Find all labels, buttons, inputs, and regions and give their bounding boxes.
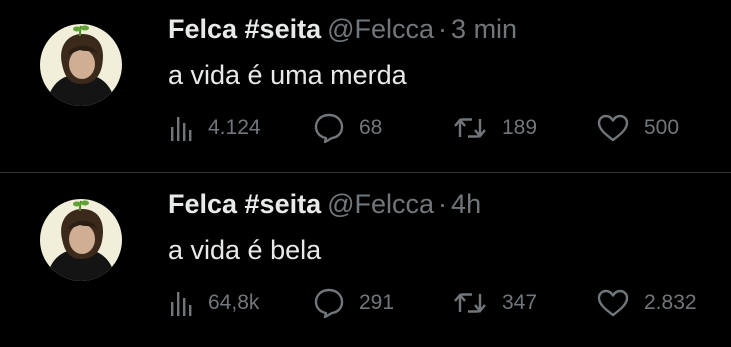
separator-dot: · bbox=[438, 14, 448, 44]
retweet-arrows-icon bbox=[454, 118, 486, 138]
reply-button[interactable]: 291 bbox=[313, 285, 394, 321]
tweet-header: Felca #seita @Felcca · 3 min bbox=[168, 12, 517, 46]
timestamp[interactable]: 4h bbox=[451, 189, 481, 219]
heart-outline-icon bbox=[597, 289, 629, 317]
tweet[interactable]: Felca #seita @Felcca · 3 min a vida é uma m… bbox=[0, 0, 731, 172]
views-count: 4.124 bbox=[208, 116, 261, 139]
avatar[interactable] bbox=[40, 24, 122, 106]
heart-outline-icon bbox=[597, 114, 629, 142]
separator-dot: · bbox=[438, 189, 448, 219]
speech-bubble-icon bbox=[314, 113, 344, 144]
tweet-divider bbox=[0, 172, 731, 173]
author-handle[interactable]: @Felcca bbox=[327, 189, 434, 219]
retweet-arrows-icon bbox=[454, 293, 486, 313]
tweet-text: a vida é uma merda bbox=[168, 60, 407, 90]
like-button[interactable]: 2.832 bbox=[596, 285, 697, 321]
action-bar: 64,8k 291 347 2.832 bbox=[0, 285, 731, 321]
timestamp[interactable]: 3 min bbox=[451, 14, 517, 44]
views-count: 64,8k bbox=[208, 291, 260, 314]
reply-count: 68 bbox=[359, 116, 383, 139]
like-count: 500 bbox=[644, 116, 680, 139]
avatar-image bbox=[40, 199, 122, 281]
tweet-text: a vida é bela bbox=[168, 235, 322, 265]
author-name[interactable]: Felca #seita bbox=[168, 189, 321, 219]
like-count: 2.832 bbox=[644, 291, 697, 314]
avatar[interactable] bbox=[40, 199, 122, 281]
author-name[interactable]: Felca #seita bbox=[168, 14, 321, 44]
views-button[interactable]: 4.124 bbox=[170, 110, 261, 146]
tweet-header: Felca #seita @Felcca · 4h bbox=[168, 187, 481, 221]
views-button[interactable]: 64,8k bbox=[170, 285, 259, 321]
reply-count: 291 bbox=[359, 291, 395, 314]
retweet-button[interactable]: 189 bbox=[452, 110, 537, 146]
bar-chart-icon bbox=[171, 292, 192, 316]
retweet-button[interactable]: 347 bbox=[452, 285, 537, 321]
like-button[interactable]: 500 bbox=[596, 110, 679, 146]
avatar-image bbox=[40, 24, 122, 106]
reply-button[interactable]: 68 bbox=[313, 110, 382, 146]
author-handle[interactable]: @Felcca bbox=[327, 14, 434, 44]
action-bar: 4.124 68 189 500 bbox=[0, 110, 731, 146]
bar-chart-icon bbox=[171, 117, 192, 141]
retweet-count: 347 bbox=[502, 291, 538, 314]
tweet[interactable]: Felca #seita @Felcca · 4h a vida é bela 64,… bbox=[0, 175, 731, 347]
speech-bubble-icon bbox=[314, 288, 344, 319]
retweet-count: 189 bbox=[502, 116, 538, 139]
